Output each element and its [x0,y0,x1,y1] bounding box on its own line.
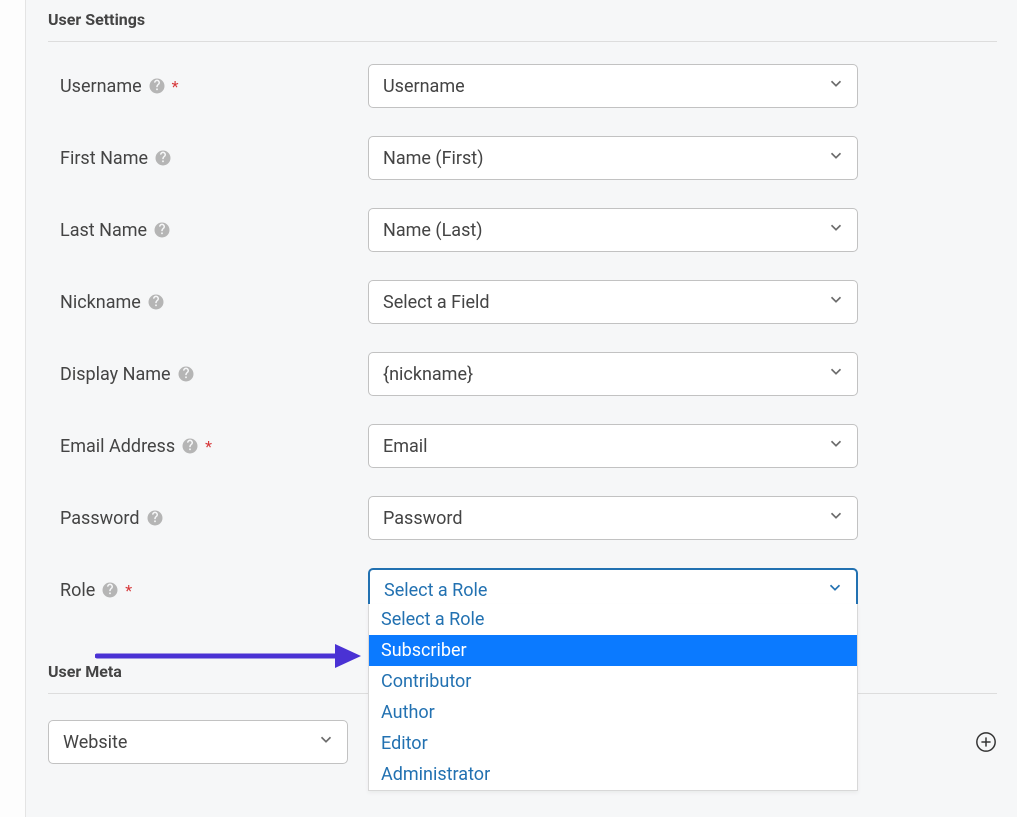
label-role: Role [60,580,95,601]
row-email: Email Address * Email [48,424,1017,468]
select-first-name[interactable]: Name (First) [368,136,858,180]
row-nickname: Nickname Select a Field [48,280,1017,324]
add-meta-button[interactable] [975,731,997,753]
select-username-value: Username [383,76,465,97]
select-user-meta-key[interactable]: Website [48,720,348,764]
select-email[interactable]: Email [368,424,858,468]
required-asterisk: * [205,437,212,456]
role-dropdown[interactable]: Select a RoleSubscriberContributorAuthor… [368,604,858,791]
help-icon[interactable] [148,77,166,95]
help-icon[interactable] [101,581,119,599]
select-first-name-value: Name (First) [383,148,483,169]
chevron-down-icon [827,507,845,530]
chevron-down-icon [826,579,844,602]
label-last-name: Last Name [60,220,147,241]
row-password: Password Password [48,496,1017,540]
help-icon[interactable] [181,437,199,455]
label-email: Email Address [60,436,175,457]
select-last-name-value: Name (Last) [383,220,483,241]
label-display-name: Display Name [60,364,171,385]
role-option[interactable]: Administrator [369,759,857,790]
chevron-down-icon [317,731,335,754]
required-asterisk: * [172,77,179,96]
help-icon[interactable] [153,221,171,239]
help-icon[interactable] [147,293,165,311]
select-email-value: Email [383,436,428,457]
select-display-name[interactable]: {nickname} [368,352,858,396]
row-first-name: First Name Name (First) [48,136,1017,180]
help-icon[interactable] [146,509,164,527]
select-password[interactable]: Password [368,496,858,540]
select-user-meta-value: Website [63,732,127,753]
help-icon[interactable] [154,149,172,167]
row-last-name: Last Name Name (Last) [48,208,1017,252]
label-first-name: First Name [60,148,148,169]
select-username[interactable]: Username [368,64,858,108]
select-nickname-value: Select a Field [383,292,490,313]
chevron-down-icon [827,363,845,386]
select-role-value: Select a Role [384,580,487,601]
label-nickname: Nickname [60,292,141,313]
chevron-down-icon [827,435,845,458]
chevron-down-icon [827,75,845,98]
chevron-down-icon [827,147,845,170]
role-option[interactable]: Subscriber [369,635,857,666]
user-settings-heading: User Settings [48,0,997,42]
role-option[interactable]: Contributor [369,666,857,697]
role-option[interactable]: Author [369,697,857,728]
select-password-value: Password [383,508,463,529]
select-display-name-value: {nickname} [383,364,473,385]
help-icon[interactable] [177,365,195,383]
role-option[interactable]: Select a Role [369,604,857,635]
row-display-name: Display Name {nickname} [48,352,1017,396]
chevron-down-icon [827,219,845,242]
select-nickname[interactable]: Select a Field [368,280,858,324]
row-username: Username * Username [48,64,1017,108]
chevron-down-icon [827,291,845,314]
required-asterisk: * [125,581,132,600]
role-option[interactable]: Editor [369,728,857,759]
label-password: Password [60,508,140,529]
select-last-name[interactable]: Name (Last) [368,208,858,252]
label-username: Username [60,76,142,97]
